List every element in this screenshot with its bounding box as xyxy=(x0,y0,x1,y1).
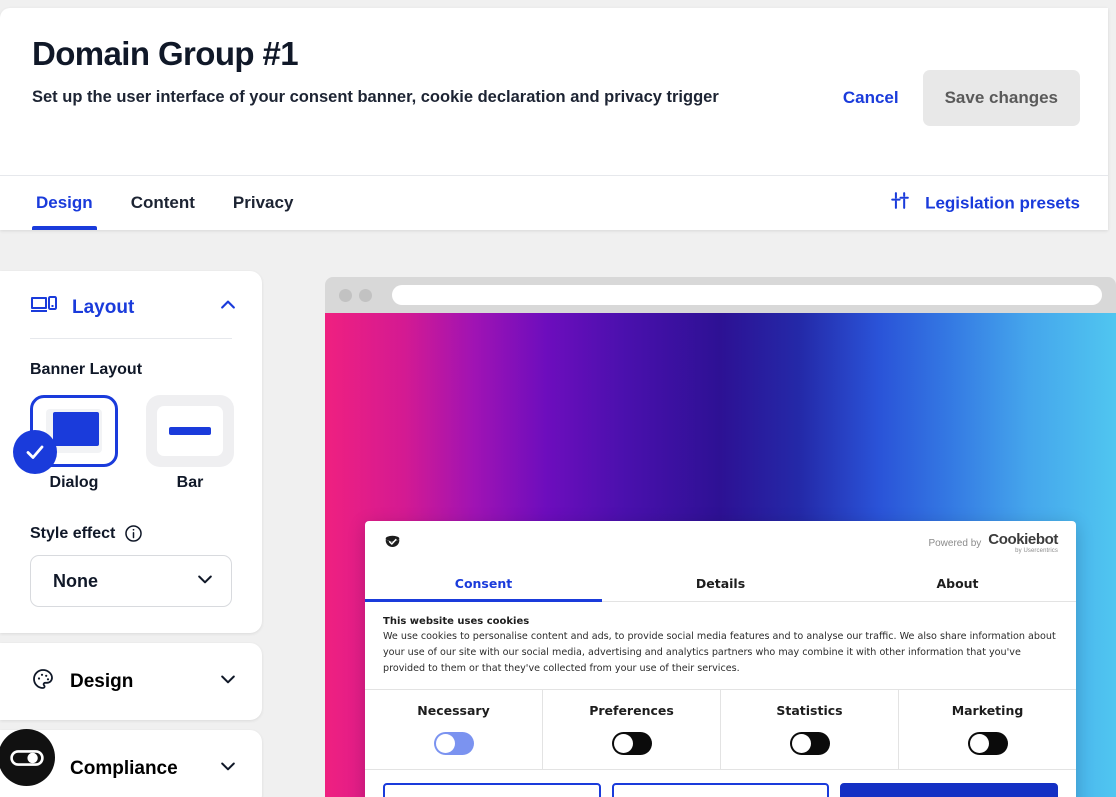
consent-toggle-necessary[interactable] xyxy=(434,732,474,755)
chevron-up-icon[interactable] xyxy=(218,295,238,320)
panel-compliance-title: Compliance xyxy=(70,758,204,780)
save-changes-button[interactable]: Save changes xyxy=(923,70,1080,126)
tab-bar: Design Content Privacy xyxy=(0,175,1108,230)
consent-banner: Powered by Cookiebot by Usercentrics Con… xyxy=(365,521,1076,797)
cookiebot-toggle-icon[interactable] xyxy=(0,729,55,786)
selected-check-icon xyxy=(13,430,57,474)
consent-banner-text: We use cookies to personalise content an… xyxy=(383,629,1058,677)
consent-category-marketing-label: Marketing xyxy=(952,703,1024,718)
chevron-down-icon xyxy=(195,569,215,594)
consent-category-statistics-label: Statistics xyxy=(776,703,842,718)
panel-design-title: Design xyxy=(70,671,204,693)
chevron-down-icon[interactable] xyxy=(218,756,238,781)
layout-choice-bar[interactable]: Bar xyxy=(146,395,234,492)
panel-design-header[interactable]: Design xyxy=(0,643,262,720)
cookiebot-logo: Cookiebot by Usercentrics xyxy=(988,532,1058,554)
consent-banner-tabs: Consent Details About xyxy=(365,565,1076,602)
page-header: Domain Group #1 Set up the user interfac… xyxy=(0,8,1108,175)
consent-button-selection[interactable] xyxy=(612,783,830,797)
style-effect-label: Style effect xyxy=(30,525,115,543)
tab-content-label: Content xyxy=(131,193,195,213)
page-title: Domain Group #1 xyxy=(32,34,1076,74)
style-effect-row: Style effect xyxy=(30,524,232,543)
devices-icon xyxy=(30,293,58,322)
consent-button-deny[interactable] xyxy=(383,783,601,797)
browser-chrome xyxy=(325,277,1116,313)
powered-by: Powered by Cookiebot by Usercentrics xyxy=(928,532,1058,554)
layout-choice-bar-label: Bar xyxy=(146,474,234,492)
browser-dot xyxy=(339,289,352,302)
tab-design[interactable]: Design xyxy=(32,176,97,230)
style-effect-value: None xyxy=(53,571,98,592)
tab-privacy-label: Privacy xyxy=(233,193,294,213)
panel-layout-header[interactable]: Layout xyxy=(0,271,262,338)
page-subtitle: Set up the user interface of your consen… xyxy=(32,84,772,110)
cancel-button[interactable]: Cancel xyxy=(839,82,903,114)
banner-tab-about-label: About xyxy=(936,576,978,591)
banner-preview: Powered by Cookiebot by Usercentrics Con… xyxy=(325,277,1116,797)
legislation-presets-label: Legislation presets xyxy=(925,193,1080,213)
consent-button-allow-all[interactable] xyxy=(840,783,1058,797)
style-effect-select[interactable]: None xyxy=(30,555,232,607)
browser-url-bar[interactable] xyxy=(392,285,1102,305)
tab-list: Design Content Privacy xyxy=(32,176,297,230)
cookie-check-icon xyxy=(383,532,402,555)
consent-category-necessary-label: Necessary xyxy=(417,703,489,718)
bar-preview-tile xyxy=(146,395,234,467)
cookiebot-brand-name: Cookiebot xyxy=(988,532,1058,547)
consent-banner-body: This website uses cookies We use cookies… xyxy=(365,602,1076,689)
settings-sidebar: Layout Banner Layout Dialog xyxy=(0,271,262,797)
header-actions: Cancel Save changes xyxy=(839,70,1080,126)
consent-banner-buttons xyxy=(365,770,1076,797)
app-root: Domain Group #1 Set up the user interfac… xyxy=(0,0,1116,797)
page-header-card: Domain Group #1 Set up the user interfac… xyxy=(0,8,1108,230)
panel-layout: Layout Banner Layout Dialog xyxy=(0,271,262,633)
consent-categories: Necessary Preferences Statistics Marketi… xyxy=(365,689,1076,770)
banner-tab-details-label: Details xyxy=(696,576,745,591)
consent-banner-topbar: Powered by Cookiebot by Usercentrics xyxy=(365,521,1076,565)
consent-banner-heading: This website uses cookies xyxy=(383,616,1058,627)
consent-toggle-marketing[interactable] xyxy=(968,732,1008,755)
tab-design-label: Design xyxy=(36,193,93,213)
browser-dot xyxy=(359,289,372,302)
info-icon[interactable] xyxy=(124,524,143,543)
consent-category-statistics: Statistics xyxy=(721,690,899,769)
palette-icon xyxy=(30,667,56,696)
legislation-presets-button[interactable]: Legislation presets xyxy=(888,190,1080,217)
tune-icon xyxy=(888,190,913,217)
panel-layout-body: Banner Layout Dialog xyxy=(0,338,262,633)
consent-category-preferences-label: Preferences xyxy=(589,703,674,718)
banner-layout-choices: Dialog Bar xyxy=(30,395,232,492)
chevron-down-icon[interactable] xyxy=(218,669,238,694)
panel-design: Design xyxy=(0,643,262,720)
consent-toggle-preferences[interactable] xyxy=(612,732,652,755)
powered-by-label: Powered by xyxy=(928,538,981,549)
banner-tab-consent-label: Consent xyxy=(455,576,512,591)
consent-category-marketing: Marketing xyxy=(899,690,1076,769)
banner-layout-label: Banner Layout xyxy=(30,361,232,379)
panel-divider xyxy=(30,338,232,339)
cookiebot-brand-sub: by Usercentrics xyxy=(1015,548,1058,554)
tab-content[interactable]: Content xyxy=(127,176,199,230)
tab-privacy[interactable]: Privacy xyxy=(229,176,298,230)
preview-stage: Powered by Cookiebot by Usercentrics Con… xyxy=(325,313,1116,797)
consent-category-preferences: Preferences xyxy=(543,690,721,769)
banner-tab-details[interactable]: Details xyxy=(602,565,839,601)
consent-toggle-statistics[interactable] xyxy=(790,732,830,755)
layout-choice-dialog[interactable]: Dialog xyxy=(30,395,118,492)
layout-choice-dialog-label: Dialog xyxy=(30,474,118,492)
panel-layout-title: Layout xyxy=(72,297,204,319)
banner-tab-about[interactable]: About xyxy=(839,565,1076,601)
banner-tab-consent[interactable]: Consent xyxy=(365,565,602,601)
consent-category-necessary: Necessary xyxy=(365,690,543,769)
